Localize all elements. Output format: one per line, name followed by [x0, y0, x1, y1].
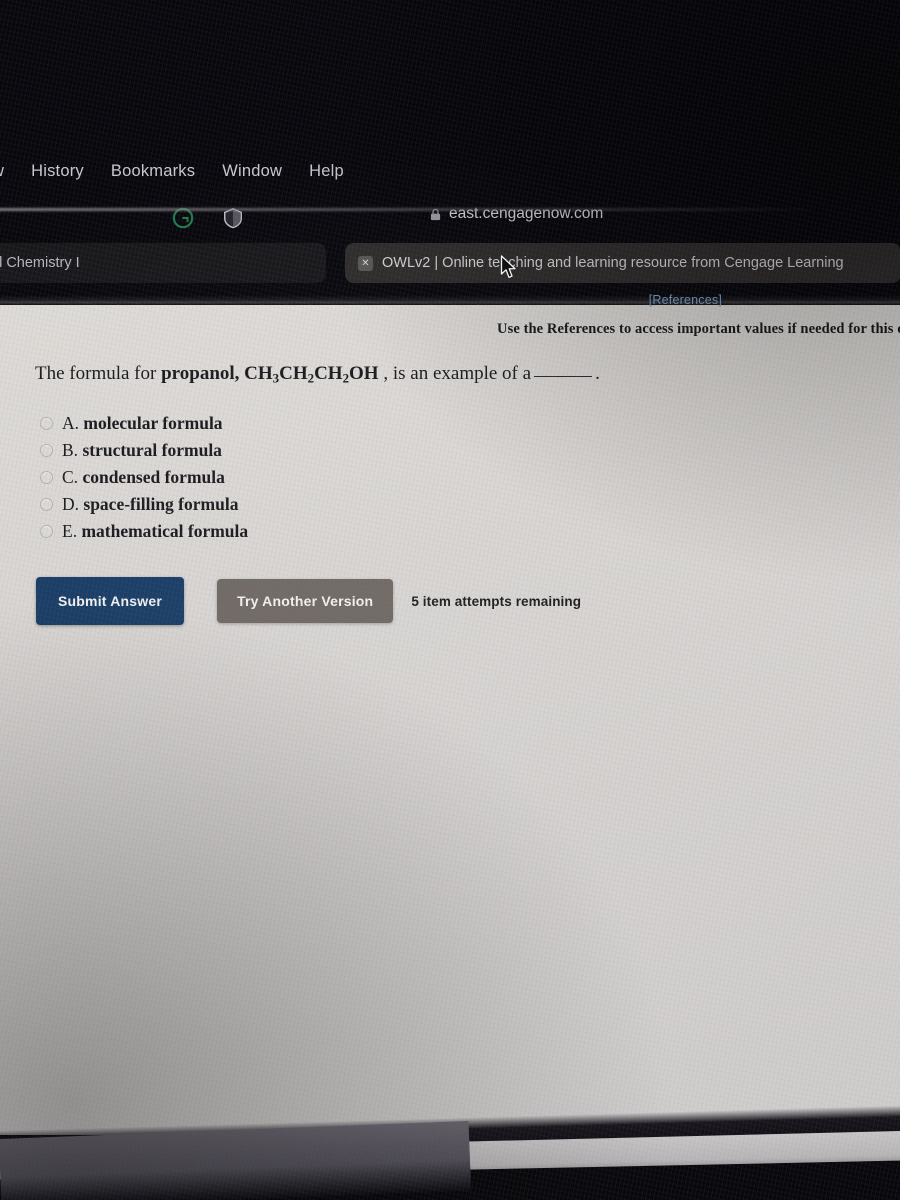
instruction-text: Use the References to access important v… [497, 321, 900, 337]
option-e[interactable]: E. mathematical formula [40, 518, 248, 545]
mouse-cursor-icon [500, 255, 517, 280]
answer-options: A. molecular formula B. structural formu… [40, 410, 248, 545]
attempts-remaining-text: 5 item attempts remaining [411, 593, 582, 609]
option-c[interactable]: C. condensed formula [40, 464, 248, 491]
menu-view-clipped[interactable]: w [0, 162, 4, 181]
shield-icon[interactable] [222, 207, 244, 229]
option-d[interactable]: D. space-filling formula [40, 491, 248, 518]
try-another-version-button[interactable]: Try Another Version [216, 579, 394, 623]
question-text: The formula for propanol, CH3CH2CH2OH , … [35, 363, 675, 387]
radio-icon[interactable] [40, 444, 53, 457]
compound-name: propanol, [161, 363, 240, 384]
option-a[interactable]: A. molecular formula [40, 410, 248, 437]
radio-icon[interactable] [40, 417, 53, 430]
option-label: B. structural formula [62, 440, 222, 460]
question-suffix: . [595, 363, 600, 384]
chrome-divider [0, 296, 900, 305]
action-bar: Submit Answer Try Another Version 5 item… [36, 577, 581, 625]
radio-icon[interactable] [40, 498, 53, 511]
url-text: east.cengagenow.com [449, 205, 604, 222]
address-bar[interactable]: east.cengagenow.com [430, 200, 770, 228]
submit-answer-button[interactable]: Submit Answer [36, 577, 184, 625]
tab-label: al Chemistry I [0, 255, 80, 271]
chemical-formula: CH3CH2CH2OH [244, 363, 379, 386]
tab-owlv2[interactable]: ✕ OWLv2 | Online teaching and learning r… [345, 243, 900, 283]
radio-icon[interactable] [40, 471, 53, 484]
tab-strip: al Chemistry I ✕ OWLv2 | Online teaching… [0, 243, 900, 285]
browser-chrome: w History Bookmarks Window Help [0, 0, 900, 305]
page-content: Use the References to access important v… [0, 305, 900, 1135]
references-link[interactable]: [References] [649, 293, 722, 307]
screen-photo: w History Bookmarks Window Help [0, 0, 900, 1200]
menu-help[interactable]: Help [309, 162, 344, 181]
answer-blank [534, 364, 593, 377]
menu-history[interactable]: History [31, 162, 84, 181]
menu-bar: w History Bookmarks Window Help [0, 155, 900, 187]
option-b[interactable]: B. structural formula [40, 437, 248, 464]
lock-icon [430, 208, 441, 221]
tab-general-chemistry[interactable]: al Chemistry I [0, 243, 326, 283]
grammarly-icon[interactable] [172, 207, 194, 229]
menu-window[interactable]: Window [222, 162, 282, 181]
menu-bookmarks[interactable]: Bookmarks [111, 162, 195, 181]
extension-toolbar [172, 203, 292, 233]
option-label: D. space-filling formula [62, 494, 239, 514]
radio-icon[interactable] [40, 525, 53, 538]
option-label: A. molecular formula [62, 413, 223, 433]
option-label: C. condensed formula [62, 467, 225, 487]
option-label: E. mathematical formula [62, 521, 249, 541]
tab-label: OWLv2 | Online teaching and learning res… [382, 255, 844, 271]
close-icon[interactable]: ✕ [358, 255, 373, 271]
question-prefix: The formula for [35, 363, 162, 384]
question-middle: , is an example of a [383, 363, 532, 384]
